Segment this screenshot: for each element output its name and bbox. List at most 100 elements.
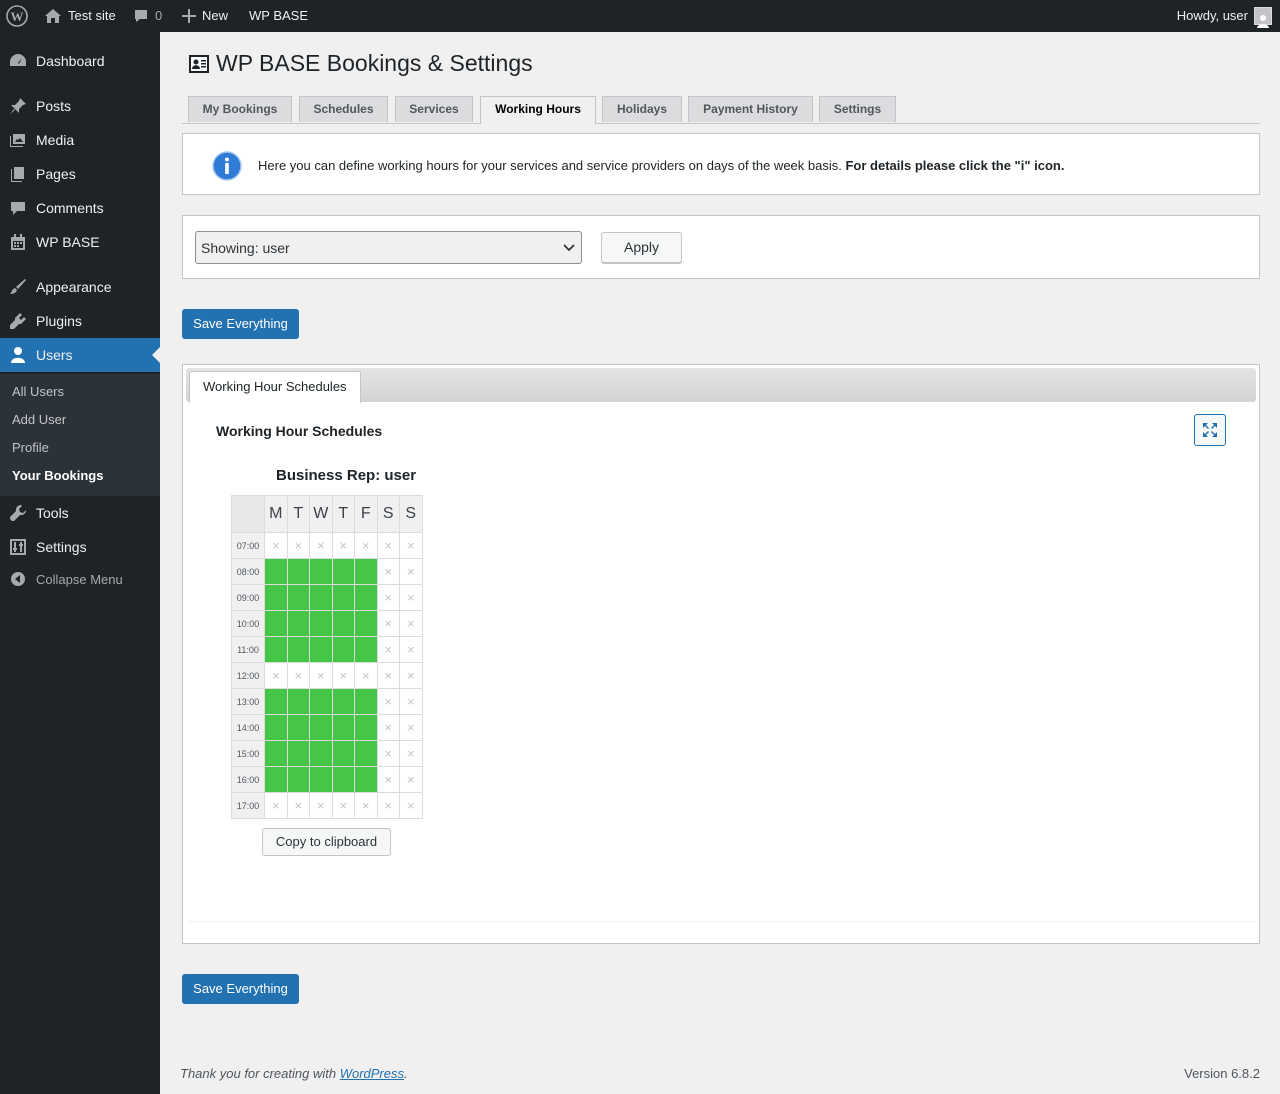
off-hour-cell[interactable]: × [376, 636, 400, 663]
working-hour-cell[interactable] [309, 688, 333, 715]
working-hour-cell[interactable] [331, 558, 355, 585]
tab-schedules[interactable]: Schedules [299, 96, 388, 122]
working-hour-cell[interactable] [286, 688, 310, 715]
working-hour-cell[interactable] [309, 610, 333, 637]
off-hour-cell[interactable]: × [331, 792, 355, 819]
working-hour-cell[interactable] [286, 610, 310, 637]
wordpress-logo-icon[interactable]: W [6, 0, 28, 32]
off-hour-cell[interactable]: × [376, 740, 400, 767]
apply-button[interactable]: Apply [601, 232, 682, 263]
working-hour-cell[interactable] [331, 636, 355, 663]
working-hour-cell[interactable] [286, 766, 310, 793]
off-hour-cell[interactable]: × [399, 558, 423, 585]
working-hour-cell[interactable] [354, 610, 378, 637]
sidebar-item-plugins[interactable]: Plugins [0, 304, 160, 338]
off-hour-cell[interactable]: × [399, 792, 423, 819]
sidebar-item-users[interactable]: Users [0, 338, 160, 372]
off-hour-cell[interactable]: × [331, 532, 355, 559]
off-hour-cell[interactable]: × [376, 714, 400, 741]
working-hour-cell[interactable] [354, 714, 378, 741]
working-hour-cell[interactable] [354, 558, 378, 585]
sidebar-item-wpbase[interactable]: WP BASE [0, 225, 160, 259]
off-hour-cell[interactable]: × [399, 636, 423, 663]
working-hour-cell[interactable] [264, 610, 288, 637]
tab-payment-history[interactable]: Payment History [688, 96, 813, 122]
off-hour-cell[interactable]: × [354, 792, 378, 819]
submenu-item-all-users[interactable]: All Users [12, 384, 64, 399]
working-hour-cell[interactable] [286, 714, 310, 741]
off-hour-cell[interactable]: × [354, 532, 378, 559]
working-hour-cell[interactable] [354, 766, 378, 793]
working-hour-cell[interactable] [309, 740, 333, 767]
wpbase-adminbar-link[interactable]: WP BASE [249, 0, 308, 32]
off-hour-cell[interactable]: × [286, 792, 310, 819]
working-hour-cell[interactable] [354, 636, 378, 663]
wordpress-link[interactable]: WordPress [340, 1066, 404, 1081]
off-hour-cell[interactable]: × [309, 792, 333, 819]
comments-link[interactable]: 0 [133, 0, 162, 32]
working-hour-cell[interactable] [309, 584, 333, 611]
collapse-menu-button[interactable]: Collapse Menu [0, 562, 160, 596]
off-hour-cell[interactable]: × [376, 792, 400, 819]
off-hour-cell[interactable]: × [376, 584, 400, 611]
working-hour-cell[interactable] [331, 610, 355, 637]
save-everything-button-bottom[interactable]: Save Everything [182, 974, 299, 1004]
working-hour-cell[interactable] [264, 714, 288, 741]
working-hour-cell[interactable] [264, 688, 288, 715]
sidebar-item-settings[interactable]: Settings [0, 530, 160, 564]
new-content-link[interactable]: New [182, 0, 228, 32]
sidebar-item-pages[interactable]: Pages [0, 157, 160, 191]
working-hour-cell[interactable] [264, 766, 288, 793]
tab-settings[interactable]: Settings [819, 96, 896, 122]
off-hour-cell[interactable]: × [264, 792, 288, 819]
working-hour-cell[interactable] [331, 740, 355, 767]
sidebar-item-appearance[interactable]: Appearance [0, 270, 160, 304]
working-hour-cell[interactable] [354, 740, 378, 767]
submenu-item-your-bookings[interactable]: Your Bookings [12, 468, 103, 483]
off-hour-cell[interactable]: × [376, 558, 400, 585]
my-account-link[interactable]: Howdy, user [1177, 0, 1272, 32]
working-hour-cell[interactable] [286, 584, 310, 611]
working-hour-cell[interactable] [331, 766, 355, 793]
off-hour-cell[interactable]: × [309, 532, 333, 559]
off-hour-cell[interactable]: × [376, 610, 400, 637]
working-hour-cell[interactable] [264, 584, 288, 611]
working-hour-cell[interactable] [309, 714, 333, 741]
off-hour-cell[interactable]: × [376, 662, 400, 689]
working-hour-cell[interactable] [331, 688, 355, 715]
working-hour-cell[interactable] [286, 636, 310, 663]
tab-my-bookings[interactable]: My Bookings [188, 96, 292, 122]
off-hour-cell[interactable]: × [399, 610, 423, 637]
sidebar-item-dashboard[interactable]: Dashboard [0, 44, 160, 78]
showing-select[interactable]: Showing: user [195, 231, 582, 264]
tab-working-hours[interactable]: Working Hours [480, 96, 596, 124]
tab-holidays[interactable]: Holidays [602, 96, 682, 122]
panel-tab-working-hour-schedules[interactable]: Working Hour Schedules [189, 371, 361, 403]
working-hour-cell[interactable] [331, 714, 355, 741]
working-hour-cell[interactable] [286, 558, 310, 585]
info-icon[interactable] [212, 151, 242, 181]
sidebar-item-posts[interactable]: Posts [0, 89, 160, 123]
working-hour-cell[interactable] [286, 740, 310, 767]
off-hour-cell[interactable]: × [376, 532, 400, 559]
off-hour-cell[interactable]: × [399, 688, 423, 715]
sidebar-item-media[interactable]: Media [0, 123, 160, 157]
save-everything-button-top[interactable]: Save Everything [182, 309, 299, 339]
off-hour-cell[interactable]: × [264, 662, 288, 689]
off-hour-cell[interactable]: × [376, 688, 400, 715]
off-hour-cell[interactable]: × [376, 766, 400, 793]
sidebar-item-tools[interactable]: Tools [0, 496, 160, 530]
off-hour-cell[interactable]: × [354, 662, 378, 689]
working-hour-cell[interactable] [331, 584, 355, 611]
sidebar-item-comments[interactable]: Comments [0, 191, 160, 225]
off-hour-cell[interactable]: × [399, 584, 423, 611]
off-hour-cell[interactable]: × [399, 532, 423, 559]
off-hour-cell[interactable]: × [399, 662, 423, 689]
working-hour-cell[interactable] [354, 584, 378, 611]
off-hour-cell[interactable]: × [309, 662, 333, 689]
off-hour-cell[interactable]: × [399, 766, 423, 793]
copy-to-clipboard-button[interactable]: Copy to clipboard [262, 828, 391, 856]
working-hour-cell[interactable] [354, 688, 378, 715]
working-hour-cell[interactable] [309, 766, 333, 793]
fullscreen-button[interactable] [1194, 414, 1226, 446]
